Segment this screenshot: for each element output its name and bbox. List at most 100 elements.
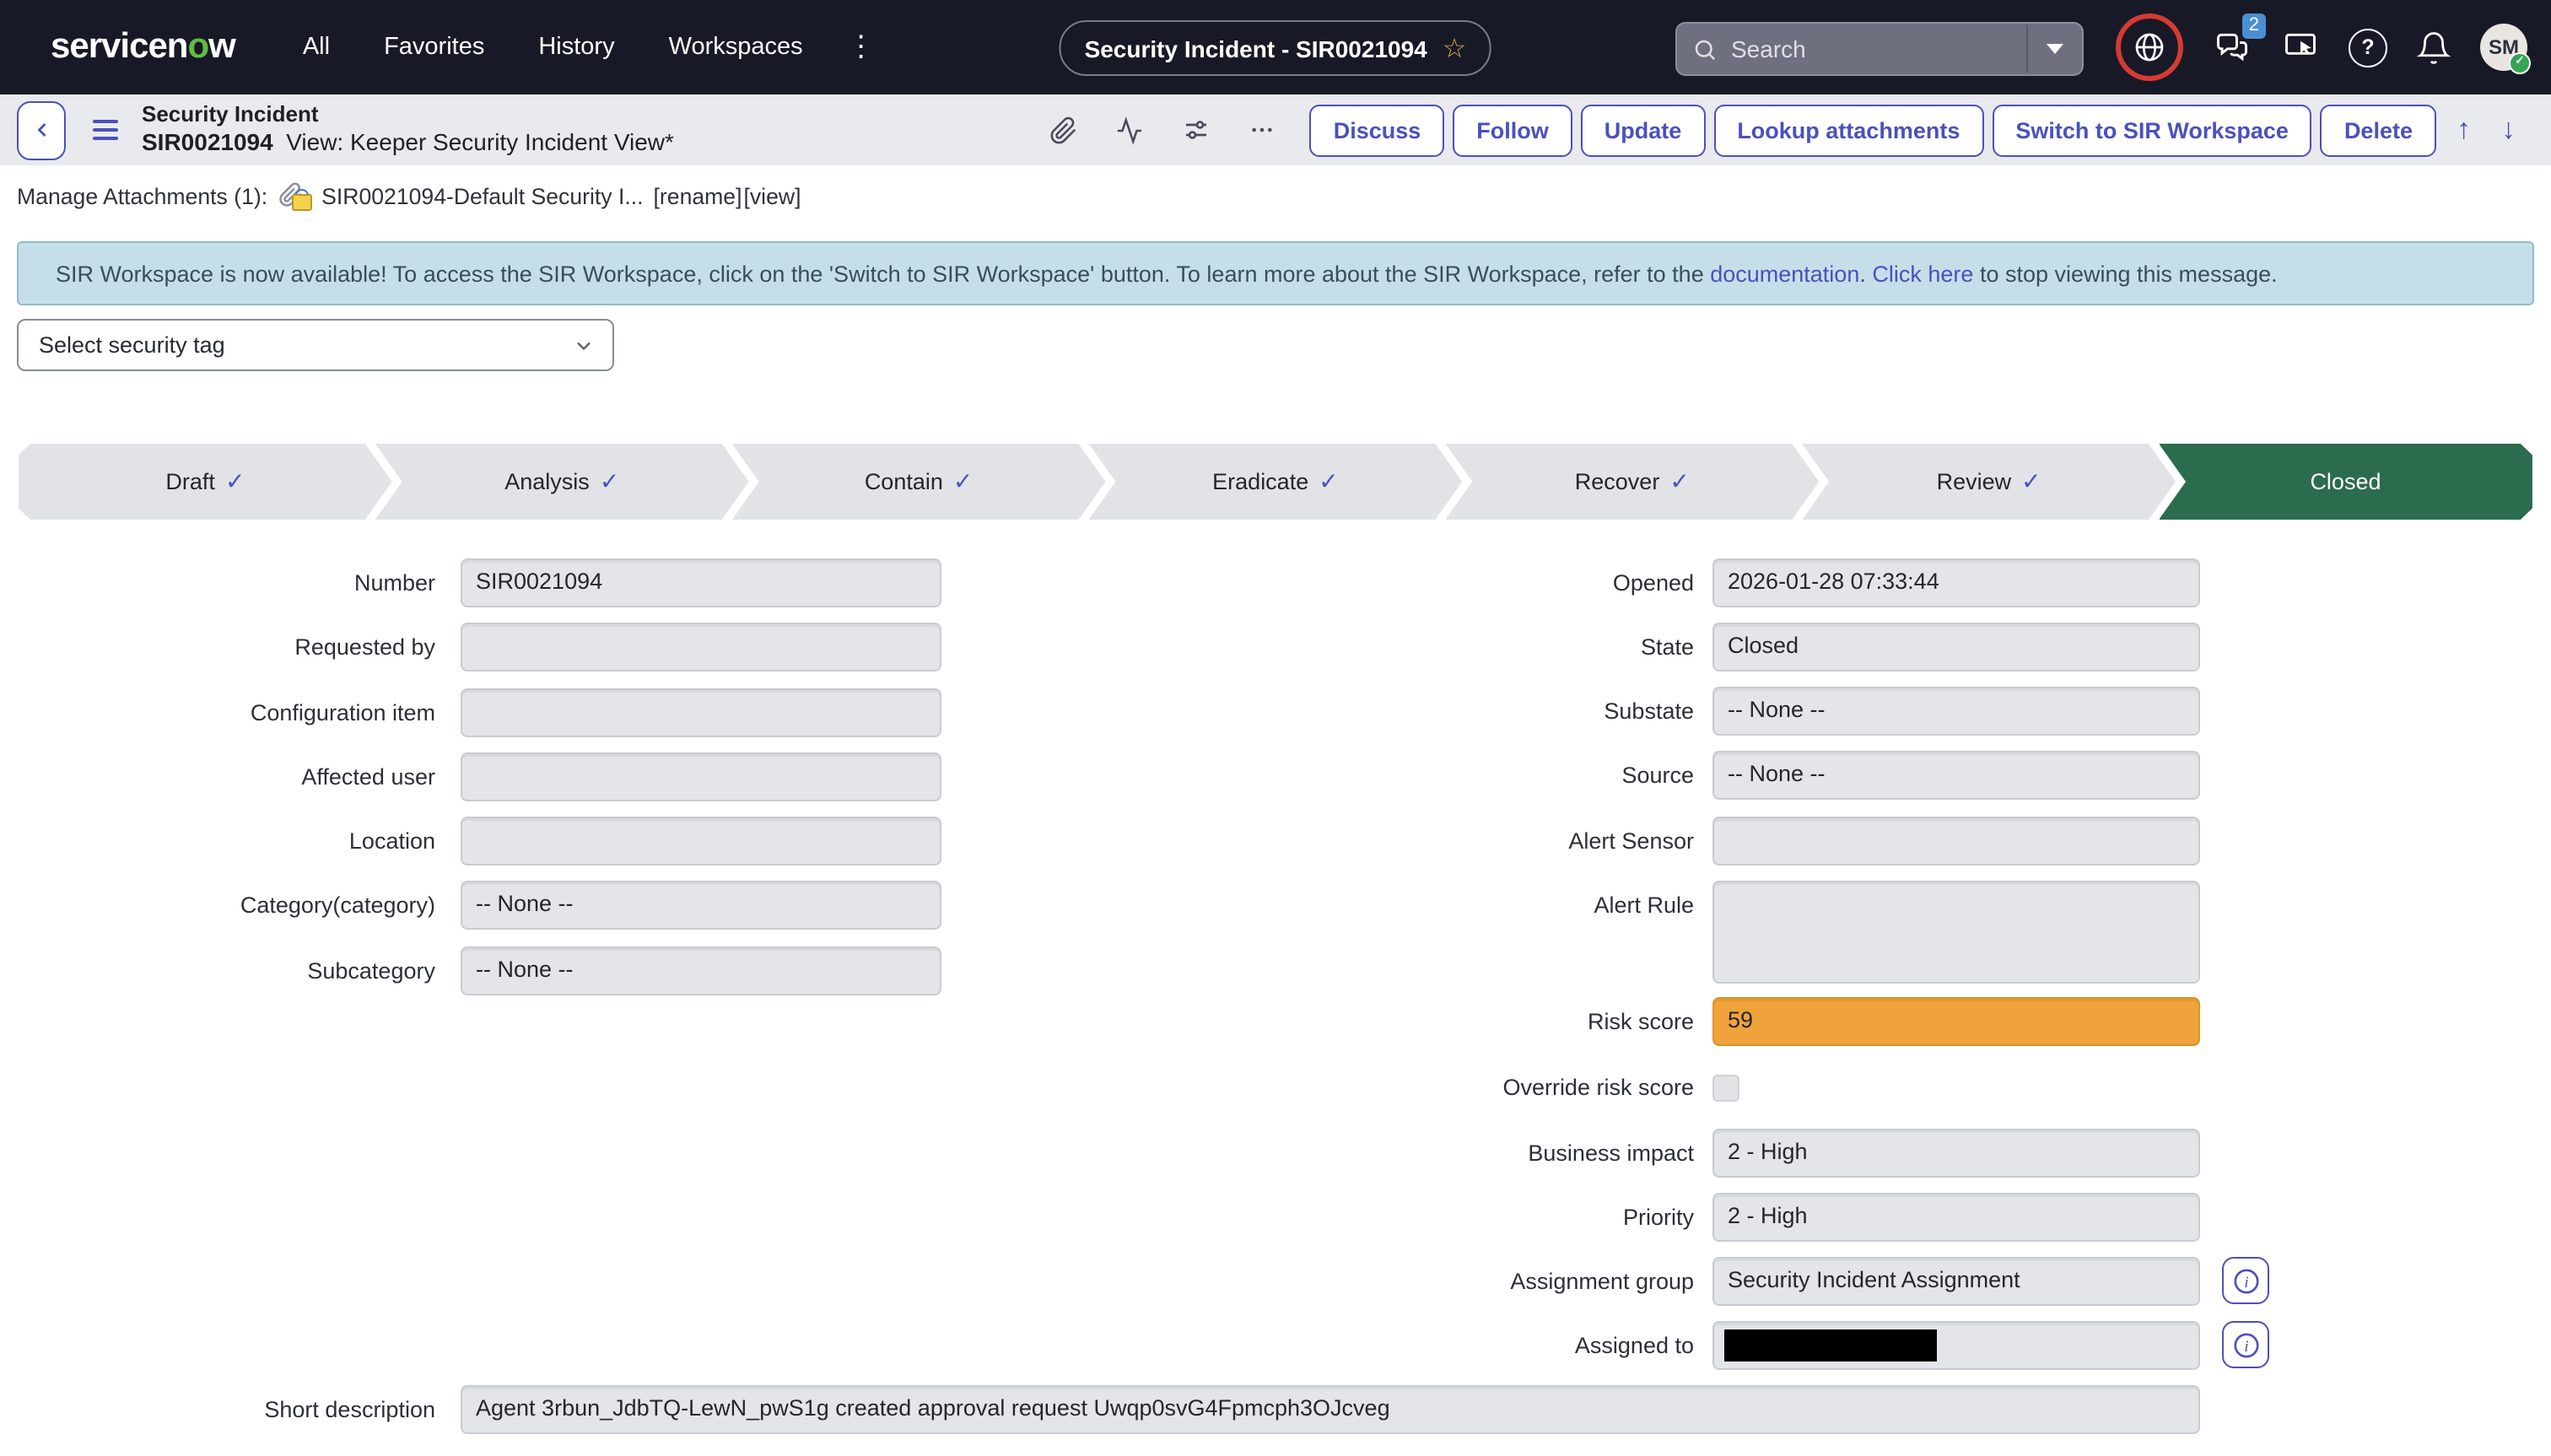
affected-user-input[interactable] [461,752,941,801]
search-icon [1692,36,1718,62]
discuss-button[interactable]: Discuss [1310,104,1445,156]
stage-draft[interactable]: Draft✓ [19,444,392,520]
attachments-label: Manage Attachments (1): [17,184,267,209]
nav-item-all[interactable]: All [303,34,330,61]
more-options-icon[interactable] [1249,116,1276,143]
record-title-text: Security Incident - SIR0021094 [1085,35,1427,62]
record-toolbar: Security Incident SIR0021094 View: Keepe… [0,94,2551,165]
priority-input[interactable]: 2 - High [1712,1193,2200,1242]
more-menu-icon[interactable]: ⋮ [847,30,876,64]
alert-rule-input[interactable] [1712,881,2200,984]
chevron-down-icon [2047,44,2063,54]
substate-input[interactable]: -- None -- [1712,687,2200,736]
short-description-input[interactable]: Agent 3rbun_JdbTQ-LewN_pwS1g created app… [461,1385,2200,1434]
stage-eradicate[interactable]: Eradicate✓ [1089,444,1463,520]
form-context-menu-icon[interactable] [93,119,118,140]
field-override-risk-score: Override risk score [1259,1075,2551,1102]
screen-share-icon[interactable] [2281,29,2320,66]
record-title-pill[interactable]: Security Incident - SIR0021094 ☆ [1060,20,1492,76]
record-nav-arrows: ↑ ↓ [2457,113,2516,147]
stage-check-icon: ✓ [225,467,245,496]
category-input[interactable]: -- None -- [461,882,941,930]
opened-input[interactable]: 2026-01-28 07:33:44 [1712,558,2200,607]
stage-check-icon: ✓ [600,467,619,496]
stage-review[interactable]: Review✓ [1802,444,2176,520]
attachment-view-link[interactable]: [view] [744,184,801,209]
assigned-to-input[interactable] [1712,1321,2200,1370]
search-scope-dropdown[interactable] [2028,44,2082,54]
activity-stream-icon[interactable] [1116,116,1145,144]
chat-icon[interactable]: 2 [2212,29,2252,66]
click-here-link[interactable]: Click here [1872,261,1973,286]
avatar[interactable]: SM ✓ [2480,24,2527,71]
chevron-down-icon [572,333,596,357]
nav-item-history[interactable]: History [538,34,614,61]
stage-closed-active[interactable]: Closed [2159,444,2532,520]
documentation-link[interactable]: documentation [1710,261,1859,286]
process-flow-bar: Draft✓ Analysis✓ Contain✓ Eradicate✓ Rec… [19,444,2532,520]
record-title-block: Security Incident SIR0021094 View: Keepe… [142,101,674,159]
next-record-icon[interactable]: ↓ [2501,113,2516,147]
redaction-bar [1724,1329,1937,1362]
configuration-item-input[interactable] [461,688,941,736]
stage-recover[interactable]: Recover✓ [1445,444,1819,520]
delete-button[interactable]: Delete [2321,104,2436,156]
field-short-description: Short description Agent 3rbun_JdbTQ-LewN… [0,1385,2200,1434]
field-risk-score: Risk score59 [1259,997,2551,1046]
nav-item-workspaces[interactable]: Workspaces [669,34,803,61]
stage-analysis[interactable]: Analysis✓ [375,444,749,520]
secured-attachment-icon [278,181,311,212]
attachment-paperclip-icon[interactable] [1050,116,1079,144]
personalize-form-icon[interactable] [1182,115,1212,145]
field-location: Location [0,817,945,866]
help-icon[interactable]: ? [2349,28,2387,67]
primary-nav: All Favorites History Workspaces [303,34,803,61]
top-nav: servicenow All Favorites History Workspa… [0,0,2551,94]
assignment-group-input[interactable]: Security Incident Assignment [1712,1257,2200,1306]
nav-item-favorites[interactable]: Favorites [384,34,484,61]
field-requested-by: Requested by [0,623,945,672]
override-risk-score-checkbox[interactable] [1712,1075,1739,1102]
stage-check-icon: ✓ [2021,467,2041,496]
logo-green-o: o [187,27,208,66]
notifications-bell-icon[interactable] [2416,30,2451,65]
lookup-attachments-button[interactable]: Lookup attachments [1713,104,1983,156]
form-left-column: NumberSIR0021094 Requested by Configurat… [0,558,945,1011]
stage-check-icon: ✓ [1669,467,1689,496]
alert-sensor-input[interactable] [1712,817,2200,866]
assigned-to-info-button[interactable]: i [2222,1321,2269,1368]
source-input[interactable]: -- None -- [1712,751,2200,800]
search-input[interactable] [1718,35,2026,62]
subcategory-input[interactable]: -- None -- [461,946,941,995]
stage-contain[interactable]: Contain✓ [732,444,1106,520]
location-input[interactable] [461,817,941,866]
attachment-rename-link[interactable]: [rename] [654,184,742,209]
banner-text: SIR Workspace is now available! To acces… [56,261,2278,286]
field-alert-sensor: Alert Sensor [1259,817,2551,866]
risk-score-input[interactable]: 59 [1712,997,2200,1046]
back-button[interactable] [17,100,66,159]
security-tag-placeholder: Select security tag [39,332,572,358]
assignment-group-info-button[interactable]: i [2222,1257,2269,1304]
follow-button[interactable]: Follow [1453,104,1572,156]
field-assignment-group: Assignment group Security Incident Assig… [1259,1257,2551,1306]
attachment-filename-link[interactable]: SIR0021094-Default Security I... [321,184,643,209]
globe-icon[interactable] [2116,13,2183,81]
security-tag-select[interactable]: Select security tag [17,319,614,371]
state-input[interactable]: Closed [1712,623,2200,671]
record-number: SIR0021094 [142,129,273,156]
update-button[interactable]: Update [1581,104,1706,156]
view-label: View: Keeper Security Incident View* [286,129,674,156]
favorite-star-icon[interactable]: ☆ [1443,31,1467,65]
manage-attachments-row: Manage Attachments (1): SIR0021094-Defau… [0,165,2551,228]
chat-badge: 2 [2242,13,2266,39]
previous-record-icon[interactable]: ↑ [2457,113,2471,147]
requested-by-input[interactable] [461,623,941,672]
switch-to-sir-workspace-button[interactable]: Switch to SIR Workspace [1992,104,2312,156]
logo-text-end: w [208,27,235,66]
toolbar-icons [1050,115,1276,145]
form-right-column: Opened2026-01-28 07:33:44 StateClosed Su… [1259,558,2551,1370]
business-impact-input[interactable]: 2 - High [1712,1129,2200,1178]
number-input[interactable]: SIR0021094 [461,558,941,607]
servicenow-logo[interactable]: servicenow [51,27,235,67]
